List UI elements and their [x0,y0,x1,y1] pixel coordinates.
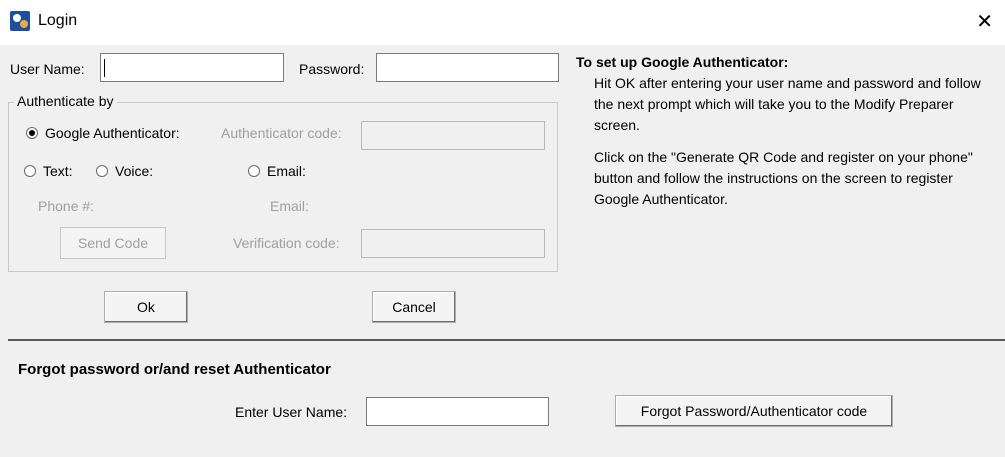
verification-code-label: Verification code: [233,235,340,251]
google-auth-radio[interactable] [26,127,38,139]
email-field-label: Email: [270,198,309,214]
text-radio-label[interactable]: Text: [43,163,73,179]
password-input[interactable] [376,53,559,82]
email-radio[interactable] [248,165,260,177]
title-bar: Login ✕ [0,0,1005,45]
forgot-password-button[interactable]: Forgot Password/Authenticator code [615,395,893,427]
phone-label: Phone #: [38,198,95,214]
voice-radio-label[interactable]: Voice: [115,163,153,179]
enter-user-name-label: Enter User Name: [235,404,348,420]
email-radio-label[interactable]: Email: [267,163,306,179]
username-input[interactable] [100,53,284,82]
verification-code-input[interactable] [361,229,545,258]
authenticator-code-input[interactable] [361,121,545,150]
google-auth-label[interactable]: Google Authenticator: [45,125,180,141]
text-caret [104,59,105,77]
info-title: To set up Google Authenticator: [576,54,789,70]
close-icon[interactable]: ✕ [976,9,993,34]
authenticator-code-label: Authenticator code: [221,125,342,141]
voice-radio[interactable] [96,165,108,177]
cancel-button[interactable]: Cancel [372,291,456,323]
password-label: Password: [299,61,365,77]
send-code-button[interactable]: Send Code [60,227,166,259]
app-logo-icon [10,11,30,31]
window-title: Login [38,12,78,29]
forgot-heading: Forgot password or/and reset Authenticat… [18,361,331,378]
info-paragraph-2: Click on the "Generate QR Code and regis… [594,149,973,207]
authenticate-group-label: Authenticate by [14,93,117,109]
section-divider [8,339,1005,341]
info-paragraph-1: Hit OK after entering your user name and… [594,75,981,133]
text-radio[interactable] [24,165,36,177]
username-label: User Name: [10,61,85,77]
ok-button[interactable]: Ok [104,291,188,323]
forgot-username-input[interactable] [366,397,549,426]
